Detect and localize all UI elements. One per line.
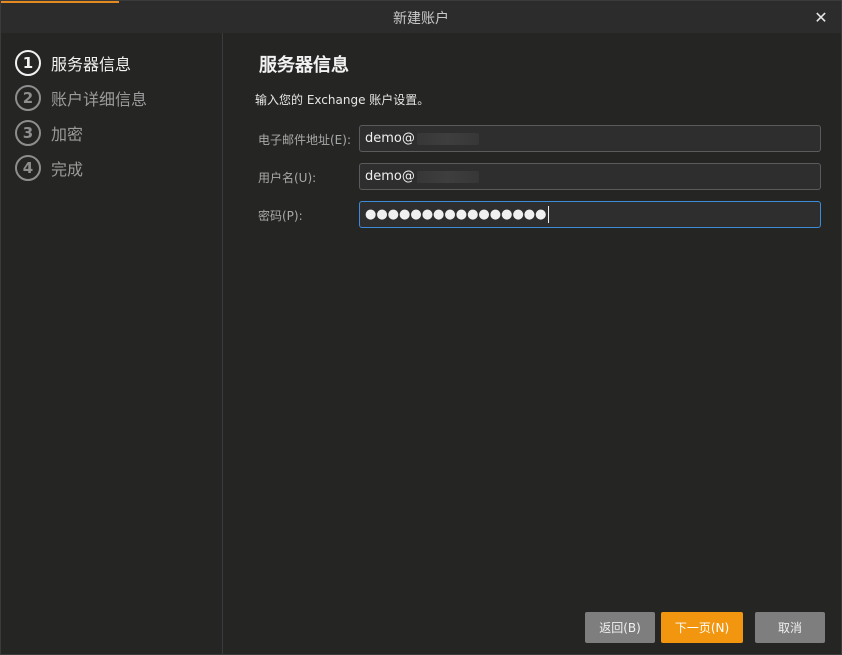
step-label: 服务器信息 [51,55,132,74]
close-button[interactable]: ✕ [811,7,831,27]
email-label: 电子邮件地址(E): [258,133,351,147]
step-encryption: 3 加密 [15,118,83,148]
username-value: demo@ [365,169,415,184]
step-label: 加密 [51,125,84,144]
next-button[interactable]: 下一页(N) [661,612,743,643]
step-server-info: 1 服务器信息 [15,48,131,78]
back-button[interactable]: 返回(B) [585,612,655,643]
redacted-text [416,170,479,183]
new-account-dialog: 新建账户 ✕ 1 服务器信息 2 账户详细信息 3 加密 4 完成 服务器信息 … [0,0,842,655]
password-value: ●●●●●●●●●●●●●●●● [365,207,547,222]
step-number-badge: 4 [15,155,41,181]
step-label: 账户详细信息 [51,90,148,109]
username-field[interactable]: demo@ [359,163,821,190]
username-label: 用户名(U): [258,171,317,185]
steps-sidebar: 1 服务器信息 2 账户详细信息 3 加密 4 完成 [1,33,223,654]
email-value: demo@ [365,131,415,146]
main-panel: 服务器信息 输入您的 Exchange 账户设置。 电子邮件地址(E): dem… [223,33,841,654]
page-title: 服务器信息 [259,55,349,76]
page-subtitle: 输入您的 Exchange 账户设置。 [255,93,430,107]
cancel-button[interactable]: 取消 [755,612,825,643]
title-accent-strip [1,1,119,3]
window-title: 新建账户 [393,11,449,27]
password-field[interactable]: ●●●●●●●●●●●●●●●● [359,201,821,228]
step-number-badge: 1 [15,50,41,76]
text-caret [547,206,549,223]
title-bar: 新建账户 ✕ [1,1,841,33]
step-label: 完成 [51,160,84,179]
step-number-badge: 3 [15,120,41,146]
close-icon: ✕ [814,7,828,27]
email-field[interactable]: demo@ [359,125,821,152]
step-number-badge: 2 [15,85,41,111]
step-account-details: 2 账户详细信息 [15,83,147,113]
step-finish: 4 完成 [15,153,83,183]
redacted-text [416,132,479,145]
password-label: 密码(P): [258,209,303,223]
